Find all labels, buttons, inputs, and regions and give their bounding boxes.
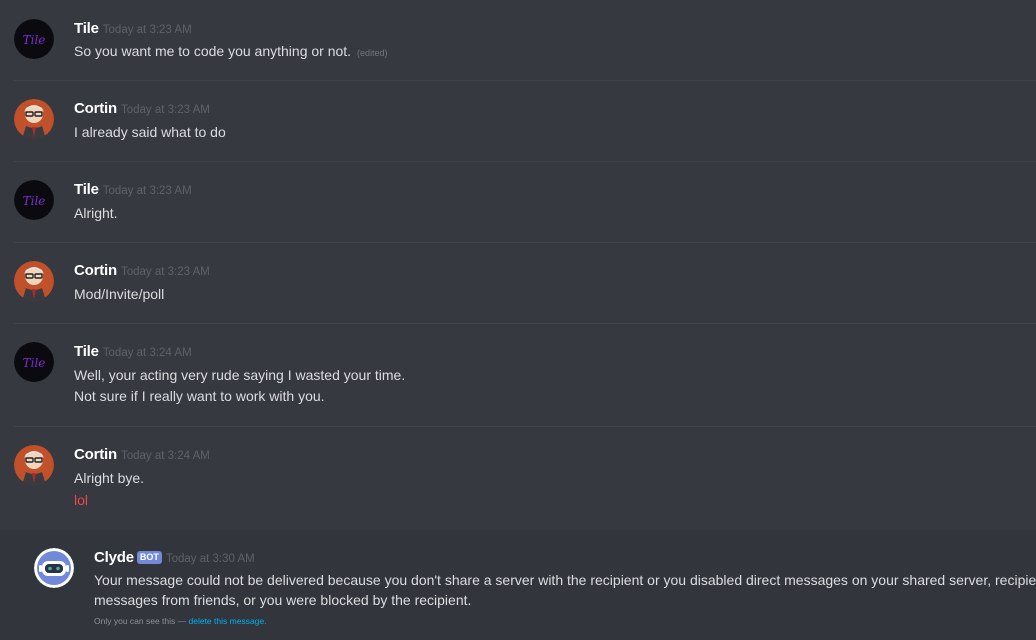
clyde-avatar[interactable]: [34, 548, 74, 588]
ephemeral-note-text: Only you can see this —: [94, 616, 189, 626]
message-content: lol: [74, 492, 89, 508]
message-header: Tile Today at 3:24 AM: [74, 343, 192, 361]
message-text: Mod/Invite/poll: [74, 286, 164, 302]
message-text: So you want me to code you anything or n…: [74, 43, 387, 59]
tile-avatar[interactable]: Tile: [14, 19, 54, 59]
tile-avatar[interactable]: Tile: [14, 342, 54, 382]
timestamp: Today at 3:23 AM: [102, 185, 192, 197]
svg-text:Tile: Tile: [23, 194, 46, 208]
timestamp: Today at 3:30 AM: [165, 553, 255, 565]
message-header: Clyde BOT Today at 3:30 AM: [94, 549, 255, 567]
edited-label: (edited): [356, 48, 388, 58]
bot-tag: BOT: [136, 551, 162, 564]
ephemeral-note: Only you can see this — delete this mess…: [94, 616, 266, 626]
message-divider: [14, 161, 1036, 162]
timestamp: Today at 3:24 AM: [102, 347, 192, 359]
chat-messages: Tile Tile Today at 3:23 AM So you want me…: [0, 0, 1036, 640]
username[interactable]: Cortin: [74, 446, 117, 463]
message-header: Cortin Today at 3:23 AM: [74, 262, 210, 280]
username[interactable]: Clyde: [94, 549, 134, 566]
message-content: Your message could not be delivered beca…: [94, 572, 1036, 588]
message-header: Tile Today at 3:23 AM: [74, 181, 192, 199]
message-content: Not sure if I really want to work with y…: [74, 388, 325, 404]
svg-text:Tile: Tile: [23, 356, 46, 370]
clyde-message-text: messages from friends, or you were block…: [94, 592, 471, 608]
clyde-message-text: Your message could not be delivered beca…: [94, 572, 1036, 588]
message-divider: [14, 323, 1036, 324]
message-header: Tile Today at 3:23 AM: [74, 20, 192, 38]
message-content: Alright bye.: [74, 470, 145, 486]
message-divider: [14, 426, 1036, 427]
message-content: Alright.: [74, 205, 118, 221]
timestamp: Today at 3:23 AM: [120, 266, 210, 278]
message-content: I already said what to do: [74, 124, 226, 140]
username[interactable]: Tile: [74, 181, 99, 198]
timestamp: Today at 3:24 AM: [120, 450, 210, 462]
cortin-avatar[interactable]: [14, 261, 54, 301]
timestamp: Today at 3:23 AM: [102, 24, 192, 36]
message-header: Cortin Today at 3:24 AM: [74, 446, 210, 464]
cortin-avatar[interactable]: [14, 445, 54, 485]
username[interactable]: Tile: [74, 343, 99, 360]
message-header: Cortin Today at 3:23 AM: [74, 100, 210, 118]
message-text: Well, your acting very rude saying I was…: [74, 367, 405, 383]
message-text: Not sure if I really want to work with y…: [74, 388, 325, 404]
delete-message-link[interactable]: delete this message.: [189, 616, 267, 626]
username[interactable]: Cortin: [74, 100, 117, 117]
message-text: I already said what to do: [74, 124, 226, 140]
message-content: Well, your acting very rude saying I was…: [74, 367, 406, 383]
message-divider: [14, 242, 1036, 243]
username[interactable]: Tile: [74, 20, 99, 37]
message-content: Mod/Invite/poll: [74, 286, 165, 302]
message-text: Alright bye.: [74, 470, 144, 486]
tile-avatar[interactable]: Tile: [14, 180, 54, 220]
message-text: Alright.: [74, 205, 118, 221]
message-text: lol: [74, 492, 88, 508]
timestamp: Today at 3:23 AM: [120, 104, 210, 116]
message-divider: [14, 80, 1036, 81]
svg-text:Tile: Tile: [23, 33, 46, 47]
username[interactable]: Cortin: [74, 262, 117, 279]
message-content: So you want me to code you anything or n…: [74, 43, 352, 59]
cortin-avatar[interactable]: [14, 99, 54, 139]
clyde-message: Clyde BOT Today at 3:30 AM Your message co…: [0, 530, 1036, 640]
message-content: messages from friends, or you were block…: [94, 592, 472, 608]
